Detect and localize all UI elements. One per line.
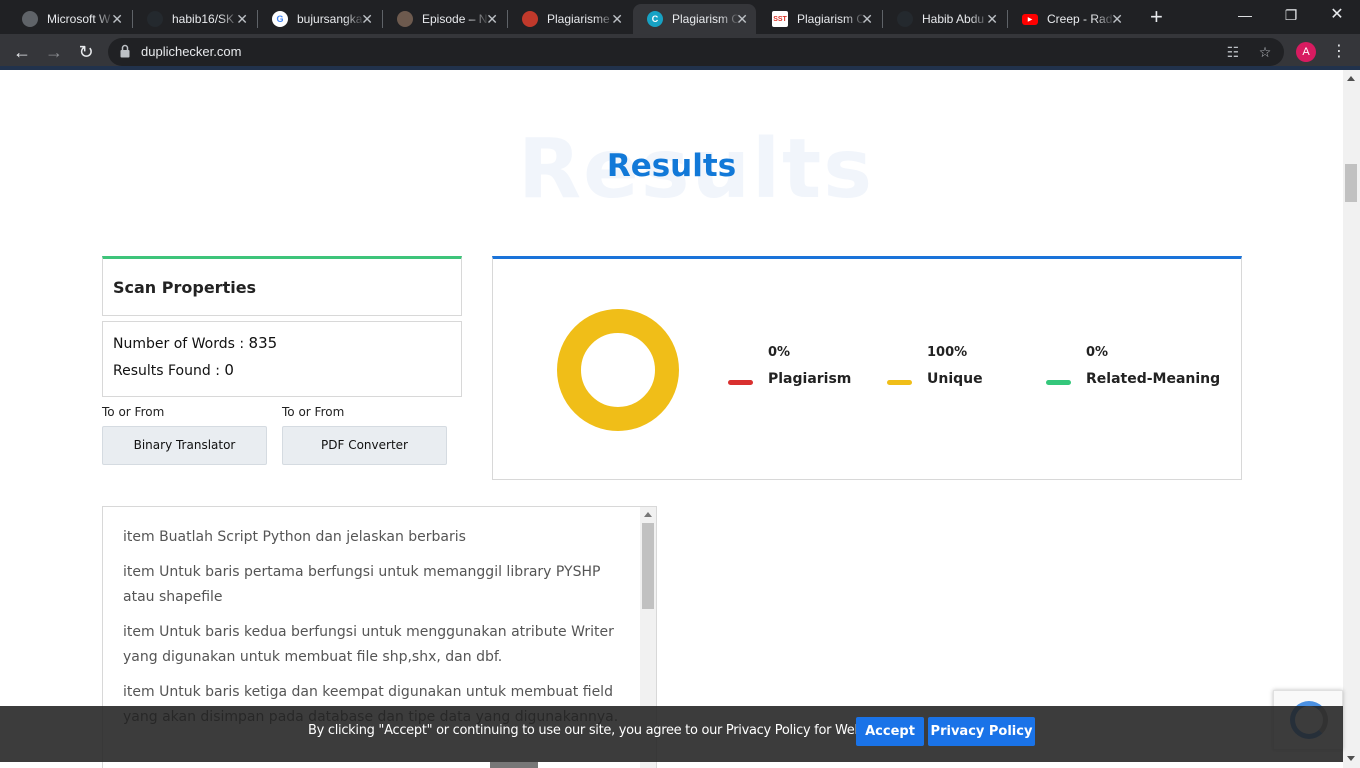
page-title: Results xyxy=(606,148,737,184)
browser-tab[interactable]: C Plagiarism C ✕ xyxy=(633,4,756,34)
browser-tab[interactable]: Microsoft W ✕ xyxy=(8,4,131,34)
cookie-message: By clicking "Accept" or continuing to us… xyxy=(308,723,885,738)
github-icon xyxy=(897,11,913,27)
tab-title: bujursangka xyxy=(297,12,363,26)
profile-avatar[interactable]: A xyxy=(1296,42,1316,62)
bookmark-star-icon[interactable]: ☆ xyxy=(1256,43,1274,61)
scroll-up-arrow-icon[interactable] xyxy=(644,512,652,517)
bottom-handle xyxy=(490,762,538,768)
unique-percent: 100% xyxy=(927,345,968,360)
word-count-label: Number of Words : xyxy=(113,336,249,352)
close-tab-icon[interactable]: ✕ xyxy=(736,11,748,27)
results-found-value: 0 xyxy=(224,361,234,379)
related-meaning-swatch xyxy=(1046,380,1071,385)
unique-swatch xyxy=(887,380,912,385)
text-paragraph: item Untuk baris pertama berfungsi untuk… xyxy=(123,564,601,605)
sst-icon: SST xyxy=(772,11,788,27)
duplichecker-icon: C xyxy=(647,11,663,27)
close-tab-icon[interactable]: ✕ xyxy=(236,11,248,27)
globe-icon xyxy=(22,11,38,27)
page-scroll-thumb[interactable] xyxy=(1345,164,1357,202)
close-tab-icon[interactable]: ✕ xyxy=(861,11,873,27)
tab-title: Plagiarisme xyxy=(547,12,610,26)
address-bar[interactable]: duplichecker.com ☷ ☆ xyxy=(108,38,1284,66)
github-icon xyxy=(147,11,163,27)
new-tab-button[interactable]: + xyxy=(1150,6,1163,28)
browser-tab[interactable]: ▶ Creep - Rad ✕ xyxy=(1008,4,1131,34)
browser-toolbar: ← → ↻ duplichecker.com ☷ ☆ A ⋮ xyxy=(0,34,1360,70)
restore-button[interactable]: ❐ xyxy=(1268,4,1314,26)
close-tab-icon[interactable]: ✕ xyxy=(1111,11,1123,27)
privacy-policy-button[interactable]: Privacy Policy xyxy=(928,717,1035,746)
browser-tab[interactable]: Habib Abdu ✕ xyxy=(883,4,1006,34)
unique-label: Unique xyxy=(927,371,983,387)
lock-icon xyxy=(120,44,130,58)
browser-tab[interactable]: Plagiarisme ✕ xyxy=(508,4,631,34)
browser-tab[interactable]: Episode – N ✕ xyxy=(383,4,506,34)
plagiarism-app-icon xyxy=(522,11,538,27)
text-box-scroll-thumb[interactable] xyxy=(642,523,654,609)
close-window-button[interactable]: ✕ xyxy=(1314,4,1360,26)
close-tab-icon[interactable]: ✕ xyxy=(611,11,623,27)
forward-button[interactable]: → xyxy=(42,40,66,64)
anime-icon xyxy=(397,11,413,27)
plagiarism-swatch xyxy=(728,380,753,385)
close-tab-icon[interactable]: ✕ xyxy=(361,11,373,27)
tab-title: Plagiarism C xyxy=(797,12,865,26)
result-donut-chart xyxy=(557,309,679,431)
plagiarism-percent: 0% xyxy=(768,345,791,360)
scan-properties-header: Scan Properties xyxy=(102,256,462,316)
page-scrollbar[interactable] xyxy=(1343,70,1360,768)
tab-title: Episode – N xyxy=(422,12,488,26)
browser-tab-bar: Microsoft W ✕ habib16/SK ✕ Gbujursangka ✕ Epis… xyxy=(0,0,1360,34)
tab-title: Plagiarism C xyxy=(672,12,740,26)
result-summary-card: 0% Plagiarism 100% Unique 0% Related-Mea… xyxy=(492,256,1242,480)
close-tab-icon[interactable]: ✕ xyxy=(986,11,998,27)
translate-icon[interactable]: ☷ xyxy=(1224,43,1242,61)
page-scroll-down-icon[interactable] xyxy=(1347,756,1355,761)
tool-caption: To or From xyxy=(102,405,165,419)
pdf-converter-button[interactable]: PDF Converter xyxy=(282,426,447,465)
browser-menu-icon[interactable]: ⋮ xyxy=(1330,41,1348,61)
back-button[interactable]: ← xyxy=(10,40,34,64)
text-paragraph: item Untuk baris kedua berfungsi untuk m… xyxy=(123,624,614,665)
tab-title: Habib Abdu xyxy=(922,12,985,26)
browser-tab[interactable]: Gbujursangka ✕ xyxy=(258,4,381,34)
tab-title: Microsoft W xyxy=(47,12,111,26)
text-paragraph: item Buatlah Script Python dan jelaskan … xyxy=(123,529,466,545)
scan-properties-title: Scan Properties xyxy=(113,278,257,297)
word-count-value: 835 xyxy=(248,334,278,352)
cookie-consent-bar: By clicking "Accept" or continuing to us… xyxy=(0,706,1343,762)
web-page: Results Results Scan Properties Number o… xyxy=(0,70,1343,768)
page-scroll-up-icon[interactable] xyxy=(1347,76,1355,81)
reload-button[interactable]: ↻ xyxy=(74,40,98,64)
close-tab-icon[interactable]: ✕ xyxy=(111,11,123,27)
browser-tab[interactable]: habib16/SK ✕ xyxy=(133,4,256,34)
word-count-row: Number of Words : 835 xyxy=(113,334,277,352)
minimize-button[interactable]: — xyxy=(1222,4,1268,26)
related-meaning-label: Related-Meaning xyxy=(1086,371,1221,387)
donut-slice-unique xyxy=(557,309,679,431)
url-text: duplichecker.com xyxy=(141,44,242,59)
results-found-label: Results Found : xyxy=(113,363,225,379)
tab-title: habib16/SK xyxy=(172,12,235,26)
plagiarism-label: Plagiarism xyxy=(768,371,852,387)
google-icon: G xyxy=(272,11,288,27)
scan-stats-card: Number of Words : 835 Results Found : 0 xyxy=(102,321,462,397)
close-tab-icon[interactable]: ✕ xyxy=(486,11,498,27)
accept-cookies-button[interactable]: Accept xyxy=(856,717,924,746)
youtube-icon: ▶ xyxy=(1022,13,1038,25)
binary-translator-button[interactable]: Binary Translator xyxy=(102,426,267,465)
browser-tab[interactable]: SST Plagiarism C ✕ xyxy=(758,4,881,34)
related-meaning-percent: 0% xyxy=(1086,345,1109,360)
tab-title: Creep - Rad xyxy=(1047,12,1113,26)
tool-caption: To or From xyxy=(282,405,345,419)
results-found-row: Results Found : 0 xyxy=(113,361,234,379)
